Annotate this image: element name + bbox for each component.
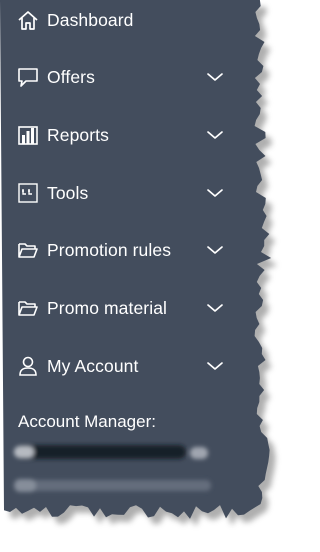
chevron-down-icon[interactable] xyxy=(205,183,225,203)
sidebar-item-label: Dashboard xyxy=(47,9,134,30)
speech-bubble-icon xyxy=(17,66,39,88)
sidebar-item-label: Promo material xyxy=(47,297,168,318)
bar-chart-icon xyxy=(17,124,39,146)
sidebar-item-dashboard[interactable]: Dashboard xyxy=(0,0,248,40)
sidebar-item-label: My Account xyxy=(47,355,139,376)
sidebar-item-label: Promotion rules xyxy=(47,239,172,260)
chevron-down-icon[interactable] xyxy=(205,298,225,318)
sidebar-item-label: Tools xyxy=(47,182,89,203)
user-icon xyxy=(17,355,39,377)
screenshot-stage: Dashboard Offers Reports Tools Promotion… xyxy=(0,0,305,552)
sidebar-item-reports[interactable]: Reports xyxy=(0,115,248,155)
sidebar-item-promotion-rules[interactable]: Promotion rules xyxy=(0,230,248,270)
home-icon xyxy=(17,9,39,31)
chevron-down-icon[interactable] xyxy=(205,125,225,145)
chevron-down-icon[interactable] xyxy=(205,67,225,87)
sidebar-item-promo-material[interactable]: Promo material xyxy=(0,288,248,328)
folder-icon xyxy=(17,239,39,261)
sidebar-item-tools[interactable]: Tools xyxy=(0,173,248,213)
tools-grid-icon xyxy=(17,182,39,204)
sidebar-item-my-account[interactable]: My Account xyxy=(0,346,248,386)
sidebar-item-label: Reports xyxy=(47,124,109,145)
sidebar-nav: Dashboard Offers Reports Tools Promotion… xyxy=(0,0,248,520)
chevron-down-icon[interactable] xyxy=(205,356,225,376)
chevron-down-icon[interactable] xyxy=(205,240,225,260)
folder-icon xyxy=(17,297,39,319)
sidebar-item-offers[interactable]: Offers xyxy=(0,57,248,97)
account-manager-label: Account Manager: xyxy=(18,412,156,431)
sidebar-item-label: Offers xyxy=(47,66,95,87)
